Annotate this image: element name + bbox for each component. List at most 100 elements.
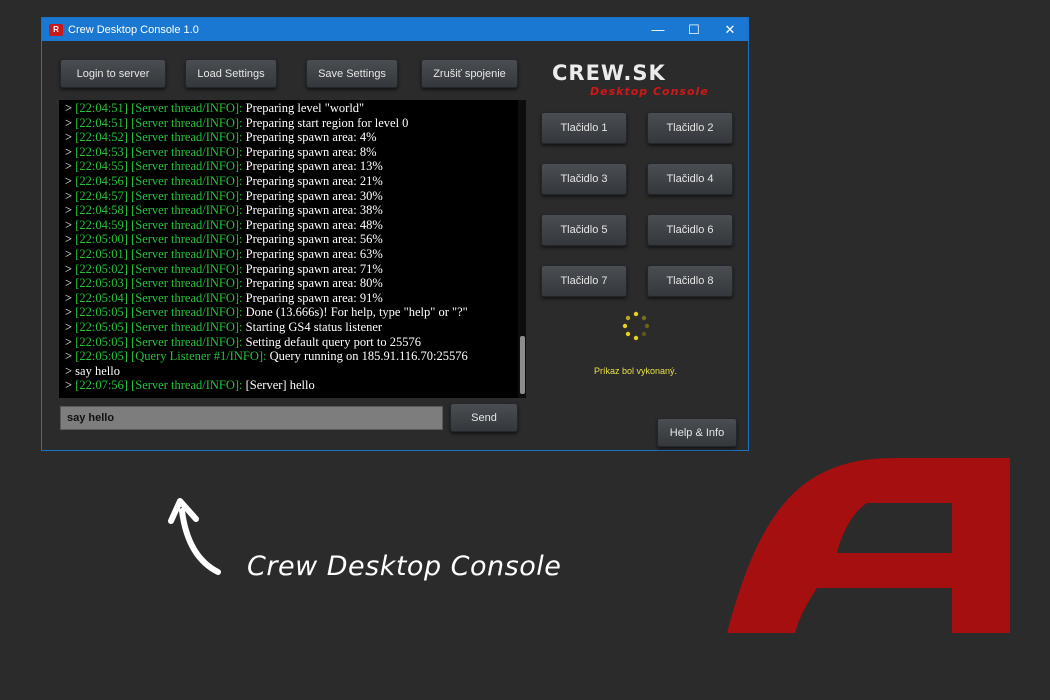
console-message: Preparing spawn area: 21% [242,173,383,188]
title-bar[interactable]: R Crew Desktop Console 1.0 — ☐ ✕ [42,18,748,41]
console-source: [Server thread/INFO]: [131,130,243,145]
console-timestamp: [22:05:01] [75,246,128,261]
quick-button-6[interactable]: Tlačidlo 6 [647,214,733,246]
console-timestamp: [22:05:04] [75,290,128,305]
console-source: [Query Listener #1/INFO]: [131,349,267,364]
console-message: Preparing level "world" [242,101,365,115]
console-message: Preparing spawn area: 38% [242,203,383,218]
quick-button-3[interactable]: Tlačidlo 3 [541,163,627,195]
console-timestamp: [22:04:51] [75,115,128,130]
console-line: > [22:07:56] [Server thread/INFO]: [Serv… [65,378,315,393]
console-line: > [22:05:05] [Server thread/INFO]: Setti… [65,334,421,349]
close-button[interactable]: ✕ [712,18,748,41]
app-window: R Crew Desktop Console 1.0 — ☐ ✕ Login t… [41,17,749,451]
console-source: [Server thread/INFO]: [131,290,243,305]
console-message: Preparing spawn area: 56% [242,232,383,247]
quick-button-7[interactable]: Tlačidlo 7 [541,265,627,297]
console-timestamp: [22:04:56] [75,173,128,188]
console-line: > [22:04:52] [Server thread/INFO]: Prepa… [65,130,377,145]
window-title: Crew Desktop Console 1.0 [68,23,199,36]
console-timestamp: [22:04:52] [75,130,128,145]
console-timestamp: [22:05:05] [75,349,128,364]
console-message: Preparing spawn area: 13% [242,159,383,174]
console-line: > [22:04:51] [Server thread/INFO]: Prepa… [65,101,365,115]
scrollbar-thumb[interactable] [520,336,525,394]
console-line: > [22:04:55] [Server thread/INFO]: Prepa… [65,159,383,174]
console-source: [Server thread/INFO]: [131,378,243,393]
console-message: Preparing spawn area: 48% [242,217,383,232]
console-output[interactable]: > [22:04:51] [Server thread/INFO]: Prepa… [59,100,526,398]
console-timestamp: [22:05:05] [75,334,128,349]
quick-button-1[interactable]: Tlačidlo 1 [541,112,627,144]
console-line: > [22:05:01] [Server thread/INFO]: Prepa… [65,246,383,261]
quick-button-5[interactable]: Tlačidlo 5 [541,214,627,246]
console-source: [Server thread/INFO]: [131,173,243,188]
console-line: > [22:04:51] [Server thread/INFO]: Prepa… [65,115,409,130]
console-source: [Server thread/INFO]: [131,334,243,349]
console-source: [Server thread/INFO]: [131,101,243,115]
app-icon: R [49,23,63,36]
console-message: [Server] hello [242,378,315,393]
console-timestamp: [22:05:02] [75,261,128,276]
status-message: Príkaz bol vykonaný. [594,366,678,376]
quick-button-4[interactable]: Tlačidlo 4 [647,163,733,195]
console-timestamp: [22:07:56] [75,378,128,393]
console-message: Preparing spawn area: 71% [242,261,383,276]
loading-spinner-icon [622,311,650,341]
console-timestamp: > say hello [65,363,120,378]
crew-logo: CREW.SK Desktop Console [552,61,709,98]
console-message: Preparing spawn area: 8% [242,144,377,159]
console-message: Preparing spawn area: 91% [242,290,383,305]
console-timestamp: [22:05:00] [75,232,128,247]
brand-r-logo [727,458,1010,633]
console-source: [Server thread/INFO]: [131,305,243,320]
logo-sub-text: Desktop Console [590,85,709,98]
console-source: [Server thread/INFO]: [131,319,243,334]
console-message: Query running on 185.91.116.70:25576 [266,349,468,364]
console-timestamp: [22:04:55] [75,159,128,174]
console-source: [Server thread/INFO]: [131,232,243,247]
console-line: > say hello [65,364,526,379]
console-line: > [22:04:59] [Server thread/INFO]: Prepa… [65,217,383,232]
console-message: Setting default query port to 25576 [242,334,421,349]
console-timestamp: [22:04:57] [75,188,128,203]
console-source: [Server thread/INFO]: [131,261,243,276]
console-source: [Server thread/INFO]: [131,115,243,130]
save-settings-button[interactable]: Save Settings [306,59,398,88]
console-source: [Server thread/INFO]: [131,276,243,291]
logo-main-text: CREW.SK [552,61,666,85]
console-line: > [22:05:05] [Server thread/INFO]: Done … [65,305,468,320]
send-button[interactable]: Send [450,403,518,432]
console-message: Preparing start region for level 0 [242,115,409,130]
console-line: > [22:05:05] [Server thread/INFO]: Start… [65,319,383,334]
disconnect-button[interactable]: Zrušiť spojenie [421,59,518,88]
console-line: > [22:05:02] [Server thread/INFO]: Prepa… [65,261,383,276]
curved-arrow-icon [168,498,221,575]
console-source: [Server thread/INFO]: [131,159,243,174]
console-message: Starting GS4 status listener [242,319,383,334]
console-timestamp: [22:04:58] [75,203,128,218]
help-info-button[interactable]: Help & Info [657,418,737,447]
console-source: [Server thread/INFO]: [131,217,243,232]
console-message: Preparing spawn area: 63% [242,246,383,261]
console-source: [Server thread/INFO]: [131,203,243,218]
console-source: [Server thread/INFO]: [131,144,243,159]
console-line: > [22:04:53] [Server thread/INFO]: Prepa… [65,144,377,159]
quick-button-2[interactable]: Tlačidlo 2 [647,112,733,144]
console-source: [Server thread/INFO]: [131,246,243,261]
console-scrollbar[interactable] [518,100,526,398]
console-line: > [22:05:04] [Server thread/INFO]: Prepa… [65,290,383,305]
console-line: > [22:04:56] [Server thread/INFO]: Prepa… [65,173,383,188]
minimize-button[interactable]: — [640,18,676,41]
maximize-button[interactable]: ☐ [676,18,712,41]
console-timestamp: [22:05:03] [75,276,128,291]
console-timestamp: [22:04:59] [75,217,128,232]
console-timestamp: [22:04:51] [75,101,128,115]
login-button[interactable]: Login to server [60,59,166,88]
load-settings-button[interactable]: Load Settings [185,59,277,88]
command-input[interactable]: say hello [60,406,443,430]
console-timestamp: [22:04:53] [75,144,128,159]
quick-button-8[interactable]: Tlačidlo 8 [647,265,733,297]
console-line: > [22:04:57] [Server thread/INFO]: Prepa… [65,188,383,203]
console-message: Preparing spawn area: 30% [242,188,383,203]
